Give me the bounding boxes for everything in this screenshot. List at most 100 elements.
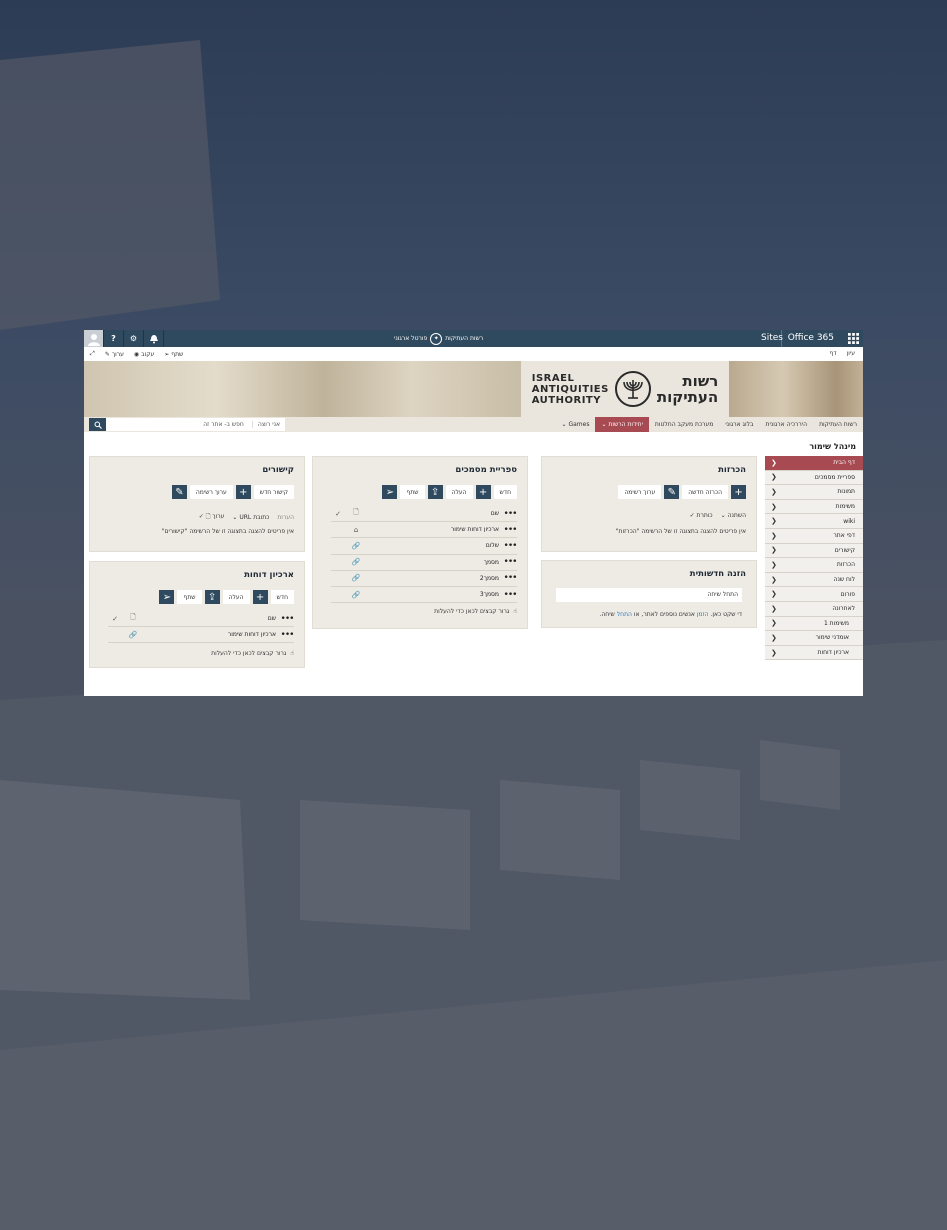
- tab-browse[interactable]: עיון: [847, 350, 855, 357]
- portal-title[interactable]: רשות העתיקות ✦ פורטל ארגוני: [394, 330, 483, 347]
- document-name[interactable]: מסמך2: [367, 575, 499, 582]
- plus-icon[interactable]: +: [475, 485, 491, 499]
- settings-gear-icon[interactable]: ⚙: [124, 330, 144, 347]
- edit-list-button[interactable]: ערוך רשימה: [618, 485, 662, 499]
- document-name[interactable]: שלום: [367, 542, 499, 549]
- drag-drop-zone[interactable]: ☝ גרור קבצים לכאן כדי להעלות: [434, 608, 517, 615]
- document-name[interactable]: מסמך: [367, 559, 499, 566]
- search-icon[interactable]: [89, 418, 106, 431]
- plus-icon[interactable]: +: [252, 590, 268, 604]
- drag-drop-zone[interactable]: ☝ גרור קבצים לכאן כדי להעלות: [211, 650, 294, 657]
- nav-item-units[interactable]: יחידות הרשות ⌄: [595, 417, 649, 432]
- more-options-icon[interactable]: •••: [503, 573, 518, 583]
- new-document-button[interactable]: חדש: [493, 485, 517, 499]
- newsfeed-webpart: הזנה חדשותית התחל שיחה די שקט כאן. הזמן …: [541, 560, 757, 628]
- app-launcher-icon[interactable]: [843, 330, 863, 347]
- pencil-icon[interactable]: ✎: [171, 485, 187, 499]
- search-scope-dropdown[interactable]: אני רוצה: [251, 421, 285, 428]
- share-doc-button[interactable]: שתף: [177, 590, 202, 604]
- empty-message: אין פריטים להצגה בתצוגה זו של הרשימה "קי…: [161, 528, 294, 535]
- avatar[interactable]: [84, 330, 104, 347]
- column-url[interactable]: כתובת URL ⌄: [232, 514, 269, 521]
- start-conversation-input[interactable]: התחל שיחה: [556, 588, 742, 602]
- column-title[interactable]: כותרת ✓: [690, 512, 713, 519]
- share-doc-button[interactable]: שתף: [400, 485, 425, 499]
- more-options-icon[interactable]: •••: [280, 614, 295, 624]
- nav-item-hierarchy[interactable]: היררכיה ארגונית: [760, 417, 814, 432]
- document-name[interactable]: ארכיון דוחות שימור: [367, 526, 499, 533]
- sidebar-item-label: הכרזות: [836, 561, 855, 569]
- sidebar-item-documents[interactable]: ספריית מסמכים ❮: [765, 470, 863, 486]
- new-announcement-button[interactable]: הכרזה חדשה: [682, 485, 728, 499]
- upload-button[interactable]: העלה: [445, 485, 473, 499]
- nav-item-blog[interactable]: בלוג ארגוני: [719, 417, 759, 432]
- sidebar-item-forum[interactable]: פורום ❮: [765, 587, 863, 602]
- share-button[interactable]: ➢ שתף: [164, 350, 183, 358]
- table-row[interactable]: ••• ארכיון דוחות שימור ⌂: [331, 522, 518, 539]
- check-icon[interactable]: ✓: [108, 615, 122, 623]
- pencil-icon[interactable]: ✎: [664, 485, 680, 499]
- more-options-icon[interactable]: •••: [503, 541, 518, 551]
- more-options-icon[interactable]: •••: [280, 630, 295, 640]
- sidebar-item-tasks1[interactable]: משימות 1 ❮: [765, 616, 863, 632]
- send-icon[interactable]: ➢: [382, 485, 398, 499]
- sidebar-item-calendar[interactable]: לוח שנה ❮: [765, 572, 863, 588]
- sidebar-item-home[interactable]: דף הבית ❮: [765, 456, 863, 471]
- column-notes[interactable]: הערות: [277, 514, 294, 521]
- webpart-toolbar: חדש + העלה ⇪ שתף ➢: [159, 590, 294, 604]
- sidebar-item-estimates[interactable]: אומדני שימור ❮: [765, 631, 863, 646]
- nav-item-games[interactable]: Games ⌄: [556, 417, 596, 432]
- new-document-button[interactable]: חדש: [270, 590, 294, 604]
- send-icon[interactable]: ➢: [159, 590, 175, 604]
- sidebar-item-site-pages[interactable]: דפי אתר ❮: [765, 528, 863, 544]
- edit-button[interactable]: ✎ ערוך: [105, 350, 124, 358]
- sidebar-item-tasks[interactable]: משימות ❮: [765, 499, 863, 515]
- more-options-icon[interactable]: •••: [503, 557, 518, 567]
- check-icon[interactable]: ✓: [331, 510, 345, 518]
- sidebar-item-links[interactable]: קישורים ❮: [765, 543, 863, 559]
- sidebar-item-wiki[interactable]: wiki ❮: [765, 514, 863, 529]
- notifications-icon[interactable]: [144, 330, 164, 347]
- sites-link[interactable]: Sites: [761, 330, 783, 347]
- search-input[interactable]: חפש ב- אתר זה: [106, 421, 252, 428]
- sidebar-item-images[interactable]: תמונות ❮: [765, 485, 863, 500]
- sidebar-item-reports-archive[interactable]: ארכיון דוחות ❮: [765, 645, 863, 661]
- help-icon[interactable]: ?: [104, 330, 124, 347]
- link-icon: 🔗: [351, 558, 361, 567]
- column-modified[interactable]: השתנה ⌄: [721, 512, 746, 519]
- table-row[interactable]: ••• שלום 🔗: [331, 538, 518, 555]
- focus-mode-icon[interactable]: ⤢: [90, 350, 95, 358]
- upload-button[interactable]: העלה: [222, 590, 250, 604]
- follow-button[interactable]: ◉ עקוב: [134, 350, 154, 358]
- sidebar-item-announcements[interactable]: הכרזות ❮: [765, 558, 863, 573]
- edit-list-button[interactable]: ערוך רשימה: [189, 485, 233, 499]
- plus-icon[interactable]: +: [235, 485, 251, 499]
- upload-icon[interactable]: ⇪: [204, 590, 220, 604]
- sidebar-item-recent[interactable]: לאחרונה ❮: [765, 601, 863, 617]
- column-name[interactable]: שם: [367, 510, 499, 517]
- more-options-icon[interactable]: •••: [503, 525, 518, 535]
- upload-icon[interactable]: ⇪: [427, 485, 443, 499]
- new-link-button[interactable]: קישור חדש: [253, 485, 294, 499]
- document-name[interactable]: מסמך3: [367, 591, 499, 598]
- plus-icon[interactable]: +: [731, 485, 746, 499]
- sidebar-item-label: לוח שנה: [833, 576, 855, 584]
- start-link[interactable]: התחל: [617, 611, 632, 618]
- more-options-icon[interactable]: •••: [503, 509, 518, 519]
- more-options-icon[interactable]: •••: [503, 590, 518, 600]
- table-row[interactable]: ••• מסמך 🔗: [331, 555, 517, 571]
- table-row[interactable]: ••• מסמך3 🔗: [331, 587, 518, 604]
- office365-link[interactable]: Office 365: [780, 330, 840, 347]
- webpart-title: ארכיון דוחות: [244, 570, 294, 580]
- document-name[interactable]: ארכיון דוחות שימור: [144, 631, 276, 638]
- site-logo[interactable]: ISRAEL ANTIQUITIES AUTHORITY רשות העתיקו…: [521, 361, 729, 417]
- nav-item-decisions[interactable]: מערכת מעקב החלטות: [649, 417, 719, 432]
- column-name[interactable]: שם: [144, 615, 276, 622]
- tab-page[interactable]: דף: [830, 350, 837, 357]
- table-row[interactable]: ••• ארכיון דוחות שימור 🔗: [108, 627, 295, 644]
- table-row[interactable]: ••• מסמך2 🔗: [331, 571, 517, 587]
- nav-item-iaa[interactable]: רשות העתיקות: [813, 417, 863, 432]
- logo-text-en-1: ISRAEL: [531, 372, 575, 384]
- column-edit[interactable]: ערוך 🗋 ✓: [199, 512, 225, 522]
- invite-link[interactable]: הזמן: [697, 611, 709, 618]
